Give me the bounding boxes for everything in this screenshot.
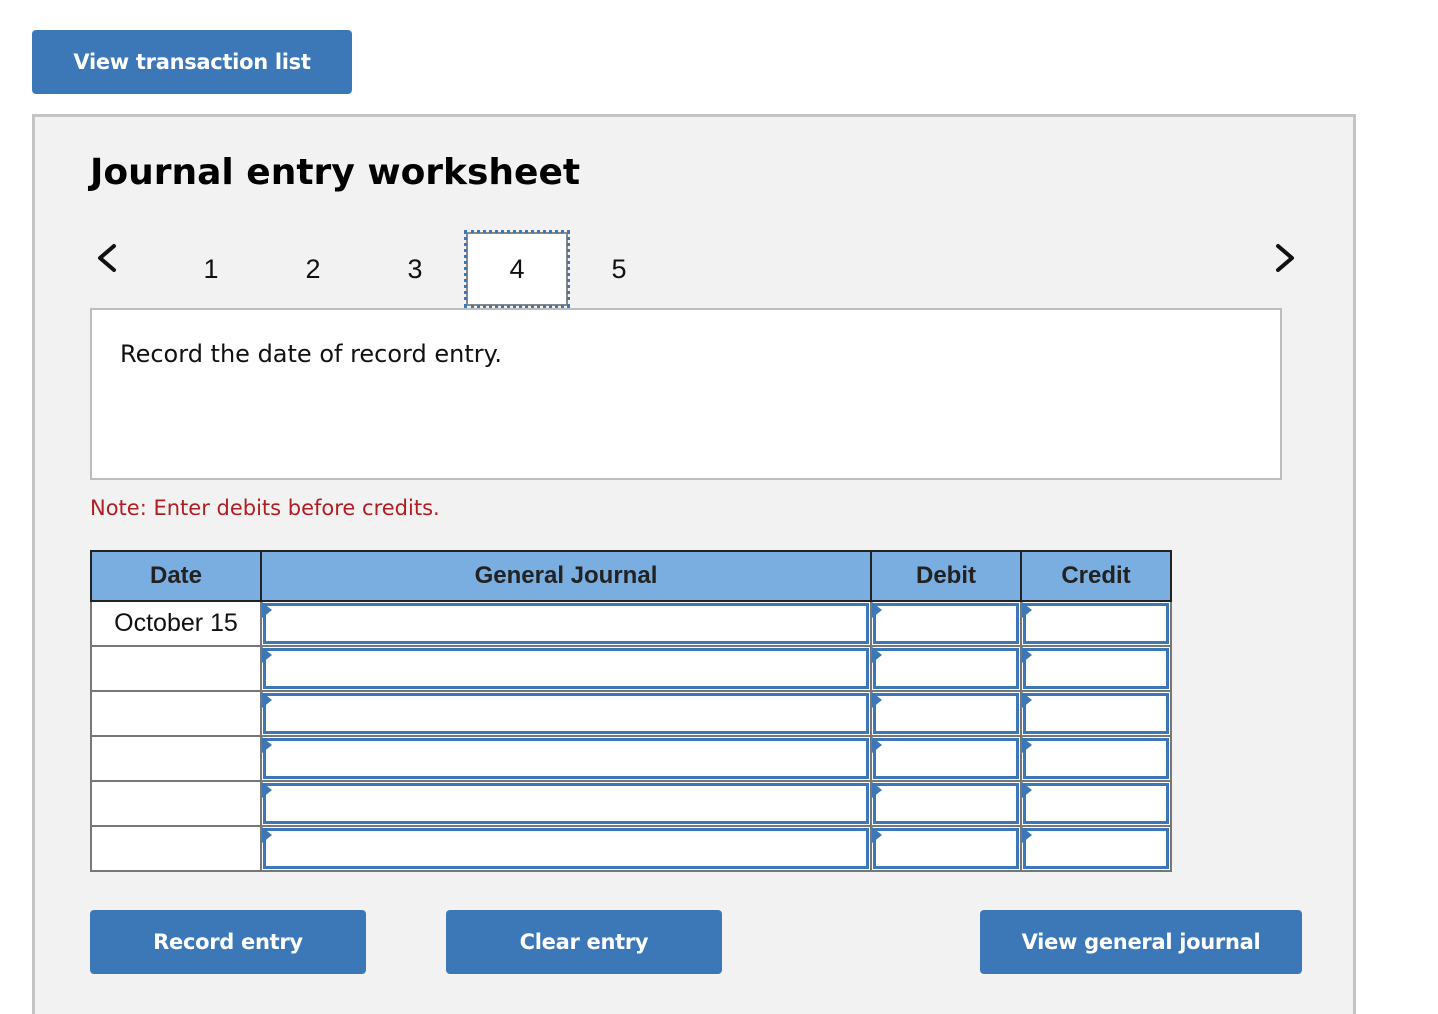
account-input[interactable] (263, 648, 869, 689)
header-general-journal: General Journal (260, 550, 872, 602)
debit-input-cell (870, 735, 1022, 782)
table-row (90, 645, 1172, 692)
date-cell (90, 780, 262, 827)
table-row: October 15 (90, 600, 1172, 647)
table-header-row: Date General Journal Debit Credit (90, 550, 1172, 602)
account-input-cell (260, 825, 872, 872)
page-tab-5[interactable]: 5 (568, 232, 670, 306)
dropdown-marker-icon (1022, 827, 1032, 843)
table-row (90, 780, 1172, 827)
date-cell (90, 645, 262, 692)
header-debit: Debit (870, 550, 1022, 602)
account-input[interactable] (263, 693, 869, 734)
table-row (90, 825, 1172, 872)
debit-input-cell (870, 600, 1022, 647)
note-text: Note: Enter debits before credits. (90, 496, 440, 520)
debit-input-cell (870, 645, 1022, 692)
debit-input[interactable] (873, 783, 1019, 824)
page-tab-1[interactable]: 1 (160, 232, 262, 306)
dropdown-marker-icon (872, 692, 882, 708)
dropdown-marker-icon (262, 827, 272, 843)
debit-input-cell (870, 780, 1022, 827)
debit-input-cell (870, 825, 1022, 872)
credit-input-cell (1020, 825, 1172, 872)
date-cell (90, 825, 262, 872)
credit-input[interactable] (1023, 783, 1169, 824)
credit-input-cell (1020, 645, 1172, 692)
debit-input[interactable] (873, 693, 1019, 734)
account-input-cell (260, 645, 872, 692)
credit-input[interactable] (1023, 828, 1169, 869)
account-input-cell (260, 690, 872, 737)
dropdown-marker-icon (872, 602, 882, 618)
table-row (90, 735, 1172, 782)
debit-input[interactable] (873, 603, 1019, 644)
debit-input-cell (870, 690, 1022, 737)
debit-input[interactable] (873, 738, 1019, 779)
dropdown-marker-icon (872, 647, 882, 663)
date-cell: October 15 (90, 600, 262, 647)
account-input[interactable] (263, 603, 869, 644)
header-credit: Credit (1020, 550, 1172, 602)
dropdown-marker-icon (262, 602, 272, 618)
dropdown-marker-icon (262, 647, 272, 663)
date-cell (90, 690, 262, 737)
account-input[interactable] (263, 738, 869, 779)
account-input-cell (260, 735, 872, 782)
dropdown-marker-icon (1022, 737, 1032, 753)
account-input[interactable] (263, 828, 869, 869)
page-tab-4-active[interactable]: 4 (464, 230, 570, 308)
dropdown-marker-icon (872, 782, 882, 798)
dropdown-marker-icon (872, 737, 882, 753)
dropdown-marker-icon (1022, 782, 1032, 798)
account-input-cell (260, 600, 872, 647)
dropdown-marker-icon (872, 827, 882, 843)
credit-input[interactable] (1023, 693, 1169, 734)
clear-entry-button[interactable]: Clear entry (446, 910, 722, 974)
table-row (90, 690, 1172, 737)
dropdown-marker-icon (1022, 647, 1032, 663)
account-input-cell (260, 780, 872, 827)
dropdown-marker-icon (262, 737, 272, 753)
dropdown-marker-icon (262, 692, 272, 708)
credit-input-cell (1020, 600, 1172, 647)
chevron-right-icon[interactable] (1270, 238, 1300, 278)
debit-input[interactable] (873, 648, 1019, 689)
page-tab-2[interactable]: 2 (262, 232, 364, 306)
view-general-journal-button[interactable]: View general journal (980, 910, 1302, 974)
page-tab-3[interactable]: 3 (364, 232, 466, 306)
dropdown-marker-icon (1022, 692, 1032, 708)
credit-input-cell (1020, 735, 1172, 782)
dropdown-marker-icon (262, 782, 272, 798)
debit-input[interactable] (873, 828, 1019, 869)
credit-input-cell (1020, 690, 1172, 737)
record-entry-button[interactable]: Record entry (90, 910, 366, 974)
view-transaction-list-button[interactable]: View transaction list (32, 30, 352, 94)
account-input[interactable] (263, 783, 869, 824)
worksheet-title: Journal entry worksheet (90, 152, 581, 193)
header-date: Date (90, 550, 262, 602)
credit-input[interactable] (1023, 738, 1169, 779)
credit-input[interactable] (1023, 603, 1169, 644)
chevron-left-icon[interactable] (92, 238, 122, 278)
dropdown-marker-icon (1022, 602, 1032, 618)
instruction-box: Record the date of record entry. (90, 308, 1282, 480)
date-cell (90, 735, 262, 782)
journal-table: Date General Journal Debit Credit Octobe… (90, 550, 1172, 872)
instruction-text: Record the date of record entry. (120, 340, 503, 368)
credit-input[interactable] (1023, 648, 1169, 689)
credit-input-cell (1020, 780, 1172, 827)
